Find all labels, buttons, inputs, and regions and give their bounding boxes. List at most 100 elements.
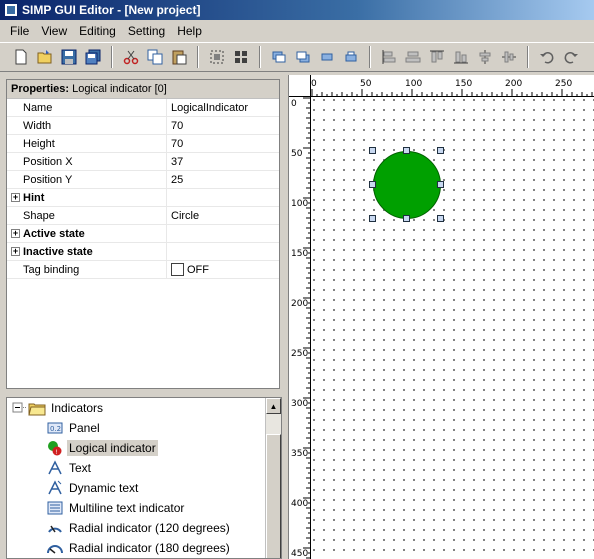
toolbar-separator (259, 46, 261, 68)
menu-view[interactable]: View (35, 22, 73, 40)
text-icon (47, 460, 63, 476)
expand-plus-icon[interactable]: + (11, 193, 20, 202)
property-row[interactable]: + Inactive state (7, 243, 279, 261)
tree-scrollbar[interactable]: ▲ (265, 398, 281, 558)
property-name-text: Inactive state (23, 245, 93, 258)
property-value[interactable]: LogicalIndicator (167, 99, 279, 116)
menu-bar: File View Editing Setting Help (0, 20, 594, 42)
tree-item[interactable]: Dynamic text (47, 478, 140, 498)
resize-handle[interactable] (369, 181, 376, 188)
dynamic-text-icon (47, 480, 63, 496)
tree-item[interactable]: Radial indicator (120 degrees) (47, 518, 232, 538)
title-bar: SIMP GUI Editor - [New project] (0, 0, 594, 20)
logical-indicator-icon: ! (47, 440, 63, 456)
property-row[interactable]: Position X 37 (7, 153, 279, 171)
tree-item[interactable]: 0.2 Panel (47, 418, 102, 438)
property-name-text: Height (23, 137, 55, 150)
resize-handle[interactable] (369, 147, 376, 154)
logical-indicator-widget[interactable] (373, 151, 441, 219)
property-value[interactable]: 70 (167, 117, 279, 134)
resize-handle[interactable] (437, 147, 444, 154)
property-value[interactable]: OFF (167, 261, 279, 278)
menu-help[interactable]: Help (171, 22, 208, 40)
properties-header-value: Logical indicator [0] (72, 83, 167, 95)
new-file-icon[interactable] (10, 46, 32, 68)
scroll-up-icon[interactable]: ▲ (266, 398, 281, 414)
save-all-icon[interactable] (82, 46, 104, 68)
resize-handle[interactable] (437, 215, 444, 222)
property-row[interactable]: + Hint (7, 189, 279, 207)
tree-item[interactable]: ! Logical indicator (47, 438, 158, 458)
tree-item-label: Text (69, 461, 92, 475)
tag-binding-checkbox[interactable] (171, 263, 184, 276)
align-group1-icon[interactable] (316, 46, 338, 68)
tree-root-indicators[interactable]: Indicators (7, 398, 103, 418)
property-name: + Inactive state (7, 243, 167, 260)
open-folder-icon[interactable] (34, 46, 56, 68)
property-row[interactable]: Width 70 (7, 117, 279, 135)
align-left-icon[interactable] (378, 46, 400, 68)
menu-editing[interactable]: Editing (73, 22, 122, 40)
select-grid-icon[interactable] (230, 46, 252, 68)
component-tree: Indicators 0.2 Panel! Logical indicator Tex… (6, 397, 282, 559)
design-canvas[interactable]: 0 50 100 150 200 250 0 50 100 150 200 250 300 350 400… (288, 75, 594, 559)
property-name-text: Tag binding (23, 263, 80, 276)
property-row[interactable]: + Active state (7, 225, 279, 243)
property-name: Position X (7, 153, 167, 170)
paste-icon[interactable] (168, 46, 190, 68)
property-row[interactable]: Tag binding OFF (7, 261, 279, 279)
property-row[interactable]: Name LogicalIndicator (7, 99, 279, 117)
resize-handle[interactable] (437, 181, 444, 188)
ruler-left: 0 50 100 150 200 250 300 350 400 450 (289, 97, 311, 559)
select-all-icon[interactable] (206, 46, 228, 68)
canvas-grid[interactable] (312, 98, 594, 559)
tree-item[interactable]: Multiline text indicator (47, 498, 186, 518)
menu-file[interactable]: File (4, 22, 35, 40)
scroll-thumb[interactable] (266, 434, 281, 558)
distribute-h-icon[interactable] (474, 46, 496, 68)
toolbar-separator (527, 46, 529, 68)
property-value-text: LogicalIndicator (171, 101, 249, 114)
property-value[interactable]: 70 (167, 135, 279, 152)
property-name-text: Width (23, 119, 52, 132)
panel-splitter[interactable] (283, 72, 287, 559)
property-value-text: 37 (171, 155, 184, 168)
align-bottom-icon[interactable] (450, 46, 472, 68)
bring-front-icon[interactable] (268, 46, 290, 68)
app-icon (4, 3, 18, 17)
tree-item[interactable]: Radial indicator (180 degrees) (47, 538, 232, 558)
resize-handle[interactable] (403, 147, 410, 154)
distribute-v-icon[interactable] (498, 46, 520, 68)
undo-icon[interactable] (536, 46, 558, 68)
tree-expander-icon[interactable] (11, 400, 47, 416)
toolbar-separator (111, 46, 113, 68)
align-center-icon[interactable] (402, 46, 424, 68)
align-group2-icon[interactable] (340, 46, 362, 68)
properties-header: Properties: Logical indicator [0] (7, 80, 279, 99)
property-value[interactable]: 25 (167, 171, 279, 188)
tree-item-label: Dynamic text (69, 481, 139, 495)
property-name-text: Active state (23, 227, 85, 240)
property-value[interactable]: 37 (167, 153, 279, 170)
property-row[interactable]: Height 70 (7, 135, 279, 153)
resize-handle[interactable] (369, 215, 376, 222)
expand-plus-icon[interactable]: + (11, 247, 20, 256)
redo-icon[interactable] (560, 46, 582, 68)
property-row[interactable]: Position Y 25 (7, 171, 279, 189)
property-value[interactable]: Circle (167, 207, 279, 224)
property-value[interactable] (167, 189, 279, 206)
expand-plus-icon[interactable]: + (11, 229, 20, 238)
send-back-icon[interactable] (292, 46, 314, 68)
tree-item[interactable]: Text (47, 458, 93, 478)
property-row[interactable]: Shape Circle (7, 207, 279, 225)
cut-icon[interactable] (120, 46, 142, 68)
menu-setting[interactable]: Setting (122, 22, 171, 40)
align-top-icon[interactable] (426, 46, 448, 68)
property-value[interactable] (167, 243, 279, 260)
copy-icon[interactable] (144, 46, 166, 68)
save-icon[interactable] (58, 46, 80, 68)
ruler-left-ticks (303, 97, 311, 559)
property-value[interactable] (167, 225, 279, 242)
resize-handle[interactable] (403, 215, 410, 222)
property-value-text: 70 (171, 137, 184, 150)
